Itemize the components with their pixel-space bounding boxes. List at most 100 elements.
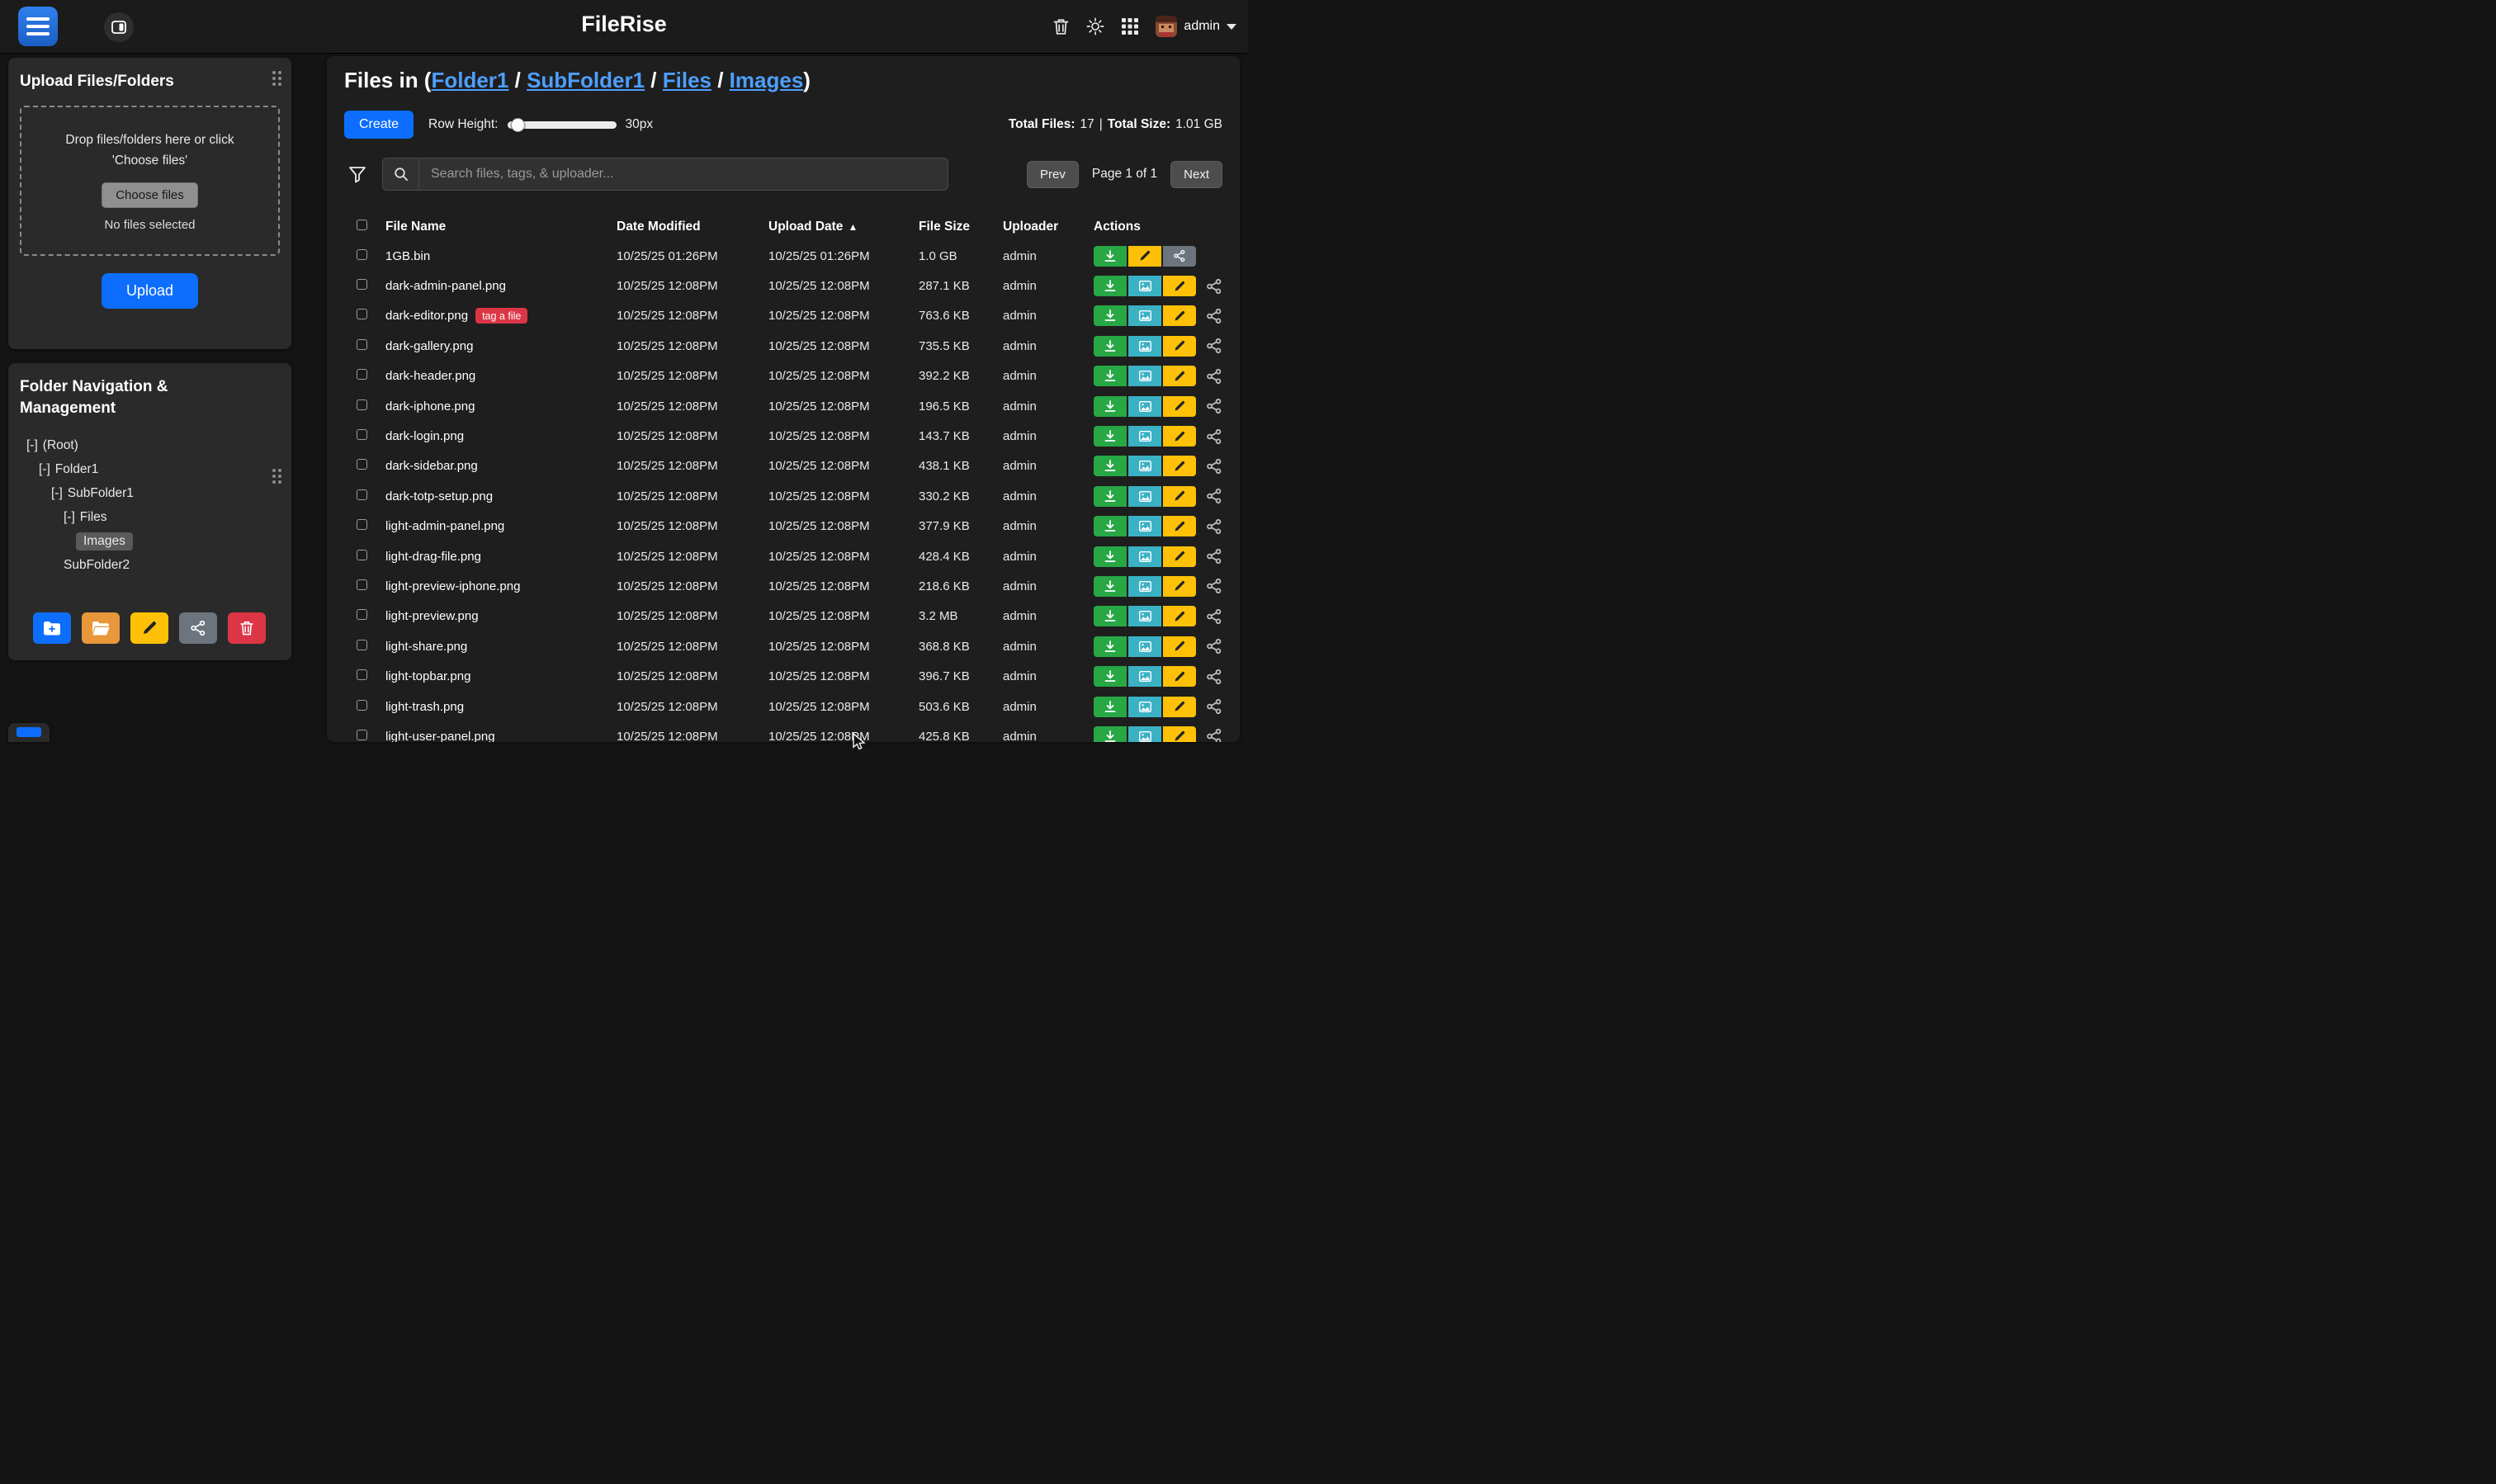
- download-button[interactable]: [1094, 396, 1127, 417]
- table-row[interactable]: dark-gallery.png 10/25/25 12:08PM 10/25/…: [344, 331, 1222, 361]
- file-name[interactable]: dark-login.png: [385, 429, 464, 443]
- share-icon[interactable]: [1207, 369, 1222, 384]
- folder-label[interactable]: Images: [76, 532, 133, 551]
- share-icon[interactable]: [1207, 519, 1222, 534]
- column-upload-date[interactable]: Upload Date▲: [768, 220, 919, 234]
- file-name[interactable]: dark-header.png: [385, 369, 475, 383]
- download-button[interactable]: [1094, 606, 1127, 626]
- download-button[interactable]: [1094, 366, 1127, 386]
- table-row[interactable]: light-user-panel.png 10/25/25 12:08PM 10…: [344, 721, 1222, 742]
- download-button[interactable]: [1094, 456, 1127, 476]
- row-checkbox[interactable]: [357, 730, 367, 740]
- preview-image-button[interactable]: [1128, 305, 1161, 326]
- preview-image-button[interactable]: [1128, 516, 1161, 536]
- file-name[interactable]: dark-admin-panel.png: [385, 279, 506, 293]
- table-row[interactable]: dark-login.png 10/25/25 12:08PM 10/25/25…: [344, 421, 1222, 451]
- file-name[interactable]: light-drag-file.png: [385, 550, 481, 564]
- table-row[interactable]: dark-sidebar.png 10/25/25 12:08PM 10/25/…: [344, 451, 1222, 481]
- preview-image-button[interactable]: [1128, 726, 1161, 742]
- folder-tree-item[interactable]: [-] SubFolder1: [20, 481, 280, 505]
- row-checkbox[interactable]: [357, 609, 367, 620]
- file-name[interactable]: light-user-panel.png: [385, 730, 495, 742]
- preview-image-button[interactable]: [1128, 606, 1161, 626]
- file-name[interactable]: dark-iphone.png: [385, 399, 475, 414]
- table-row[interactable]: light-topbar.png 10/25/25 12:08PM 10/25/…: [344, 661, 1222, 691]
- theme-toggle-sun-icon[interactable]: [1086, 17, 1104, 35]
- file-name[interactable]: light-preview-iphone.png: [385, 579, 520, 593]
- share-button[interactable]: [1163, 246, 1196, 267]
- collapse-marker[interactable]: [-]: [26, 438, 38, 453]
- sidebar-toggle-button[interactable]: [104, 12, 134, 42]
- collapse-marker[interactable]: [-]: [39, 462, 50, 477]
- upload-button[interactable]: Upload: [102, 273, 198, 309]
- download-button[interactable]: [1094, 246, 1127, 267]
- preview-image-button[interactable]: [1128, 336, 1161, 357]
- search-input[interactable]: [419, 158, 948, 190]
- preview-image-button[interactable]: [1128, 366, 1161, 386]
- edit-button[interactable]: [1163, 486, 1196, 507]
- slider-thumb[interactable]: [511, 118, 525, 132]
- download-button[interactable]: [1094, 305, 1127, 326]
- share-icon[interactable]: [1207, 429, 1222, 444]
- breadcrumb-link-subfolder1[interactable]: SubFolder1: [527, 68, 645, 93]
- preview-image-button[interactable]: [1128, 546, 1161, 567]
- preview-image-button[interactable]: [1128, 426, 1161, 447]
- collapse-marker[interactable]: [-]: [64, 510, 75, 525]
- row-checkbox[interactable]: [357, 369, 367, 380]
- folder-tree-item[interactable]: [-] Folder1: [20, 457, 280, 481]
- download-button[interactable]: [1094, 697, 1127, 717]
- table-row[interactable]: light-share.png 10/25/25 12:08PM 10/25/2…: [344, 631, 1222, 661]
- download-button[interactable]: [1094, 636, 1127, 657]
- collapsed-panel[interactable]: [8, 723, 50, 742]
- breadcrumb-link-images[interactable]: Images: [730, 68, 804, 93]
- edit-button[interactable]: [1163, 276, 1196, 296]
- file-name[interactable]: light-trash.png: [385, 700, 464, 714]
- share-folder-button[interactable]: [179, 612, 217, 644]
- column-date-modified[interactable]: Date Modified: [617, 220, 768, 234]
- share-icon[interactable]: [1207, 489, 1222, 503]
- breadcrumb-link-folder1[interactable]: Folder1: [431, 68, 508, 93]
- edit-button[interactable]: [1163, 426, 1196, 447]
- rename-folder-button[interactable]: [130, 612, 168, 644]
- preview-image-button[interactable]: [1128, 697, 1161, 717]
- row-checkbox[interactable]: [357, 640, 367, 650]
- edit-button[interactable]: [1163, 546, 1196, 567]
- edit-button[interactable]: [1128, 246, 1161, 267]
- edit-button[interactable]: [1163, 576, 1196, 597]
- create-folder-button[interactable]: [33, 612, 71, 644]
- folder-label[interactable]: SubFolder2: [64, 558, 130, 573]
- preview-image-button[interactable]: [1128, 576, 1161, 597]
- file-name[interactable]: dark-sidebar.png: [385, 459, 478, 473]
- preview-image-button[interactable]: [1128, 456, 1161, 476]
- search-icon[interactable]: [383, 158, 419, 190]
- file-name[interactable]: dark-gallery.png: [385, 339, 473, 353]
- download-button[interactable]: [1094, 726, 1127, 742]
- folder-tree-item[interactable]: [-] (Root): [20, 433, 280, 457]
- drag-handle-icon[interactable]: [272, 469, 281, 484]
- column-file-size[interactable]: File Size: [919, 220, 1003, 234]
- share-icon[interactable]: [1207, 549, 1222, 564]
- folder-tree-item[interactable]: Images: [20, 529, 280, 553]
- table-row[interactable]: 1GB.bin 10/25/25 01:26PM 10/25/25 01:26P…: [344, 241, 1222, 271]
- trash-icon[interactable]: [1052, 17, 1070, 35]
- edit-button[interactable]: [1163, 606, 1196, 626]
- row-checkbox[interactable]: [357, 429, 367, 440]
- row-checkbox[interactable]: [357, 669, 367, 680]
- file-name[interactable]: light-topbar.png: [385, 669, 470, 683]
- edit-button[interactable]: [1163, 666, 1196, 687]
- table-row[interactable]: dark-totp-setup.png 10/25/25 12:08PM 10/…: [344, 481, 1222, 511]
- file-dropzone[interactable]: Drop files/folders here or click 'Choose…: [20, 106, 280, 256]
- row-checkbox[interactable]: [357, 279, 367, 290]
- filter-icon[interactable]: [347, 164, 367, 184]
- preview-image-button[interactable]: [1128, 276, 1161, 296]
- download-button[interactable]: [1094, 666, 1127, 687]
- share-icon[interactable]: [1207, 639, 1222, 654]
- file-name[interactable]: light-admin-panel.png: [385, 519, 504, 533]
- download-button[interactable]: [1094, 336, 1127, 357]
- drag-handle-icon[interactable]: [272, 71, 281, 86]
- table-row[interactable]: light-trash.png 10/25/25 12:08PM 10/25/2…: [344, 692, 1222, 721]
- download-button[interactable]: [1094, 276, 1127, 296]
- select-all-checkbox[interactable]: [357, 220, 367, 230]
- create-button[interactable]: Create: [344, 111, 414, 139]
- share-icon[interactable]: [1207, 729, 1222, 742]
